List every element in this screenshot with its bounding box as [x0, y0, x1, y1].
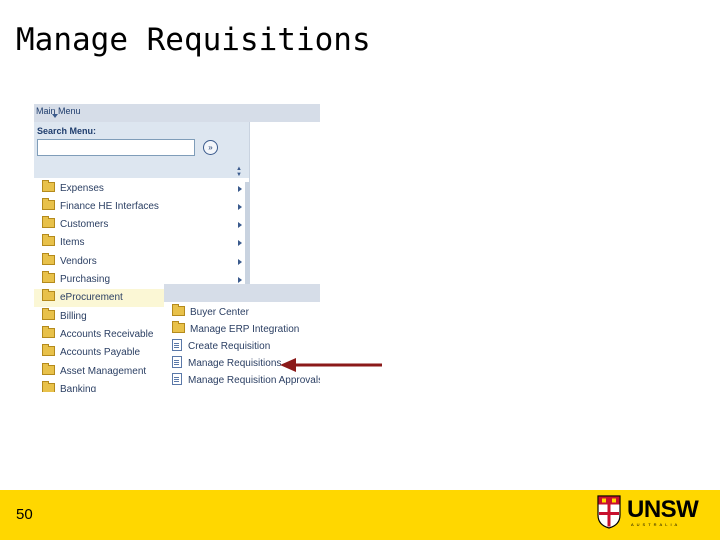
chevron-right-icon — [238, 277, 242, 283]
chevron-down-icon — [52, 114, 58, 118]
main-menu-label: Main Menu — [36, 106, 81, 116]
page-number: 50 — [16, 506, 33, 523]
folder-icon — [172, 304, 185, 317]
menu-item-label: Accounts Receivable — [60, 329, 154, 340]
menu-item-label: Accounts Payable — [60, 347, 141, 358]
submenu-item-buyer-center[interactable]: Buyer Center — [172, 304, 320, 321]
folder-icon — [42, 326, 55, 339]
menu-item-label: Asset Management — [60, 366, 147, 377]
menu-item-label: Customers — [60, 219, 109, 230]
folder-icon — [42, 363, 55, 376]
menu-item-label: eProcurement — [60, 292, 123, 303]
submenu-item-label: Create Requisition — [188, 341, 271, 352]
search-area: Search Menu: » ▲ ▼ — [34, 122, 249, 178]
eprocurement-submenu: Buyer Center Manage ERP Integration Crea… — [164, 284, 320, 392]
logo-subtext: AUSTRALIA — [631, 522, 681, 527]
unsw-logo: UNSW AUSTRALIA — [597, 495, 707, 535]
search-input[interactable] — [37, 139, 195, 156]
menu-item-finance-he-interfaces[interactable]: Finance HE Interfaces — [42, 198, 242, 216]
footer-bar: 50 UNSW AUSTRALIA — [0, 490, 720, 540]
search-go-button[interactable]: » — [203, 140, 218, 155]
menu-item-customers[interactable]: Customers — [42, 216, 242, 234]
slide-title: Manage Requisitions — [16, 22, 371, 58]
chevron-right-icon — [238, 222, 242, 228]
menu-item-label: Banking — [60, 384, 97, 392]
document-icon — [172, 373, 182, 386]
menu-item-label: Purchasing — [60, 274, 111, 285]
menu-item-items[interactable]: Items — [42, 234, 242, 252]
folder-icon — [42, 253, 55, 266]
menu-item-label: Items — [60, 237, 85, 248]
crest-icon — [597, 495, 621, 529]
menu-item-label: Finance HE Interfaces — [60, 201, 159, 212]
folder-icon — [42, 289, 55, 302]
chevron-right-icon — [238, 259, 242, 265]
folder-icon — [42, 308, 55, 321]
menu-item-label: Vendors — [60, 256, 97, 267]
search-label: Search Menu: — [37, 126, 97, 136]
menu-item-label: Expenses — [60, 183, 104, 194]
pointer-arrow-icon — [280, 358, 382, 372]
menu-item-expenses[interactable]: Expenses — [42, 180, 242, 198]
folder-icon — [172, 321, 185, 334]
submenu-header — [164, 284, 320, 302]
submenu-item-manage-erp-integration[interactable]: Manage ERP Integration — [172, 321, 320, 338]
sort-icon[interactable]: ▲ ▼ — [236, 166, 242, 178]
folder-icon — [42, 180, 55, 193]
logo-text: UNSW — [627, 496, 699, 523]
folder-icon — [42, 216, 55, 229]
chevron-right-icon — [238, 240, 242, 246]
main-menu-bar[interactable]: Main Menu — [34, 104, 320, 122]
menu-item-vendors[interactable]: Vendors — [42, 253, 242, 271]
chevron-right-icon — [238, 204, 242, 210]
folder-icon — [42, 344, 55, 357]
submenu-item-manage-requisition-approvals[interactable]: Manage Requisition Approvals — [172, 372, 320, 389]
peoplesoft-menu-screenshot: Main Menu Search Menu: » ▲ ▼ Expenses Fin… — [34, 104, 320, 392]
submenu-item-create-requisition[interactable]: Create Requisition — [172, 338, 320, 355]
folder-icon — [42, 271, 55, 284]
scrollbar[interactable] — [245, 182, 249, 300]
submenu-item-label: Manage Requisitions — [188, 358, 282, 369]
document-icon — [172, 356, 182, 369]
folder-icon — [42, 234, 55, 247]
folder-icon — [42, 381, 55, 392]
document-icon — [172, 339, 182, 352]
submenu-item-label: Manage Requisition Approvals — [188, 375, 320, 386]
menu-item-label: Billing — [60, 311, 87, 322]
folder-icon — [42, 198, 55, 211]
submenu-item-label: Manage ERP Integration — [190, 324, 300, 335]
chevron-right-icon — [238, 186, 242, 192]
submenu-item-label: Buyer Center — [190, 307, 249, 318]
